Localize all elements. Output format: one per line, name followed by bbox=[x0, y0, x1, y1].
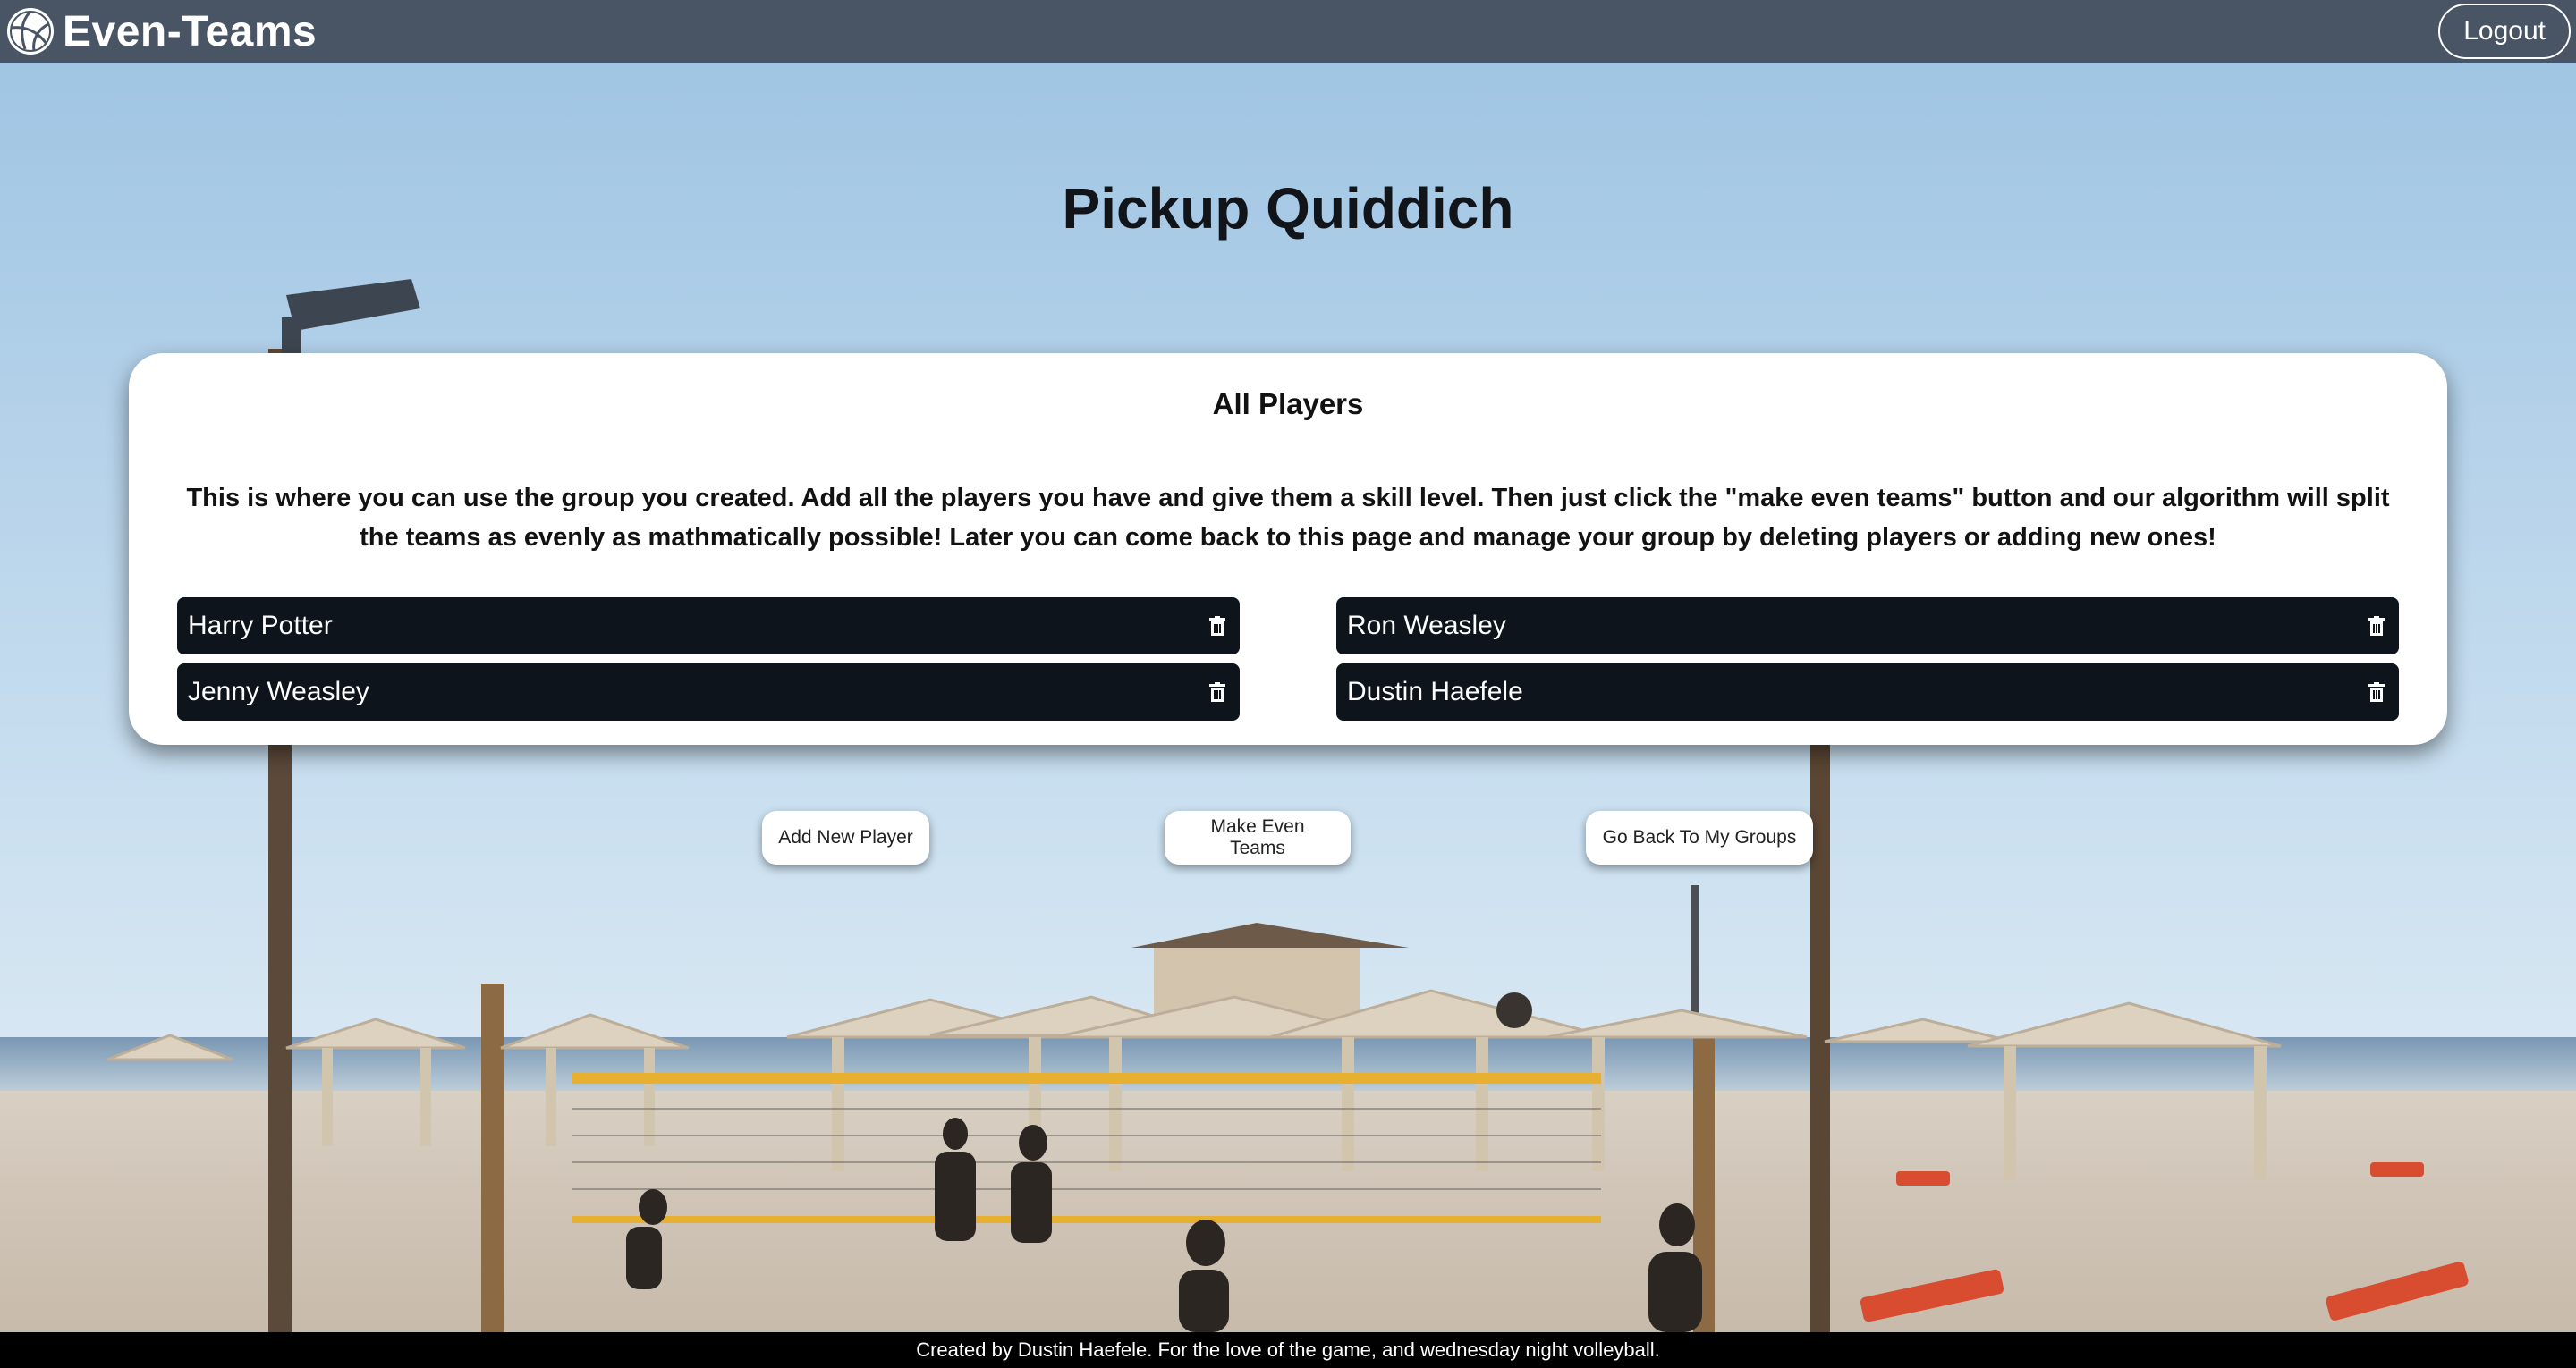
card-title: All Players bbox=[1212, 387, 1364, 420]
player-item[interactable]: Dustin Haefele bbox=[1336, 663, 2399, 721]
top-navbar: Even-Teams Logout bbox=[0, 0, 2576, 63]
trash-icon[interactable] bbox=[2367, 681, 2386, 703]
trash-icon[interactable] bbox=[1208, 681, 1227, 703]
player-name: Harry Potter bbox=[188, 611, 333, 640]
player-name: Jenny Weasley bbox=[188, 677, 369, 706]
card-description: This is where you can use the group you … bbox=[186, 484, 2390, 552]
player-name: Dustin Haefele bbox=[1347, 677, 1523, 706]
player-item[interactable]: Jenny Weasley bbox=[177, 663, 1240, 721]
logout-button[interactable]: Logout bbox=[2438, 4, 2571, 59]
go-back-to-groups-button[interactable]: Go Back To My Groups bbox=[1586, 811, 1813, 865]
players-card: All Players This is where you can use th… bbox=[129, 353, 2447, 745]
make-even-teams-button[interactable]: Make Even Teams bbox=[1165, 811, 1351, 865]
player-item[interactable]: Ron Weasley bbox=[1336, 597, 2399, 654]
volleyball-logo-icon bbox=[7, 8, 54, 55]
player-name: Ron Weasley bbox=[1347, 611, 1506, 640]
player-item[interactable]: Harry Potter bbox=[177, 597, 1240, 654]
add-new-player-button[interactable]: Add New Player bbox=[762, 811, 929, 865]
footer-text: Created by Dustin Haefele. For the love … bbox=[916, 1338, 1660, 1361]
page-title: Pickup Quiddich bbox=[1062, 176, 1514, 241]
trash-icon[interactable] bbox=[2367, 615, 2386, 637]
footer: Created by Dustin Haefele. For the love … bbox=[0, 1332, 2576, 1368]
brand-name: Even-Teams bbox=[63, 7, 318, 55]
trash-icon[interactable] bbox=[1208, 615, 1227, 637]
brand[interactable]: Even-Teams bbox=[7, 7, 317, 56]
